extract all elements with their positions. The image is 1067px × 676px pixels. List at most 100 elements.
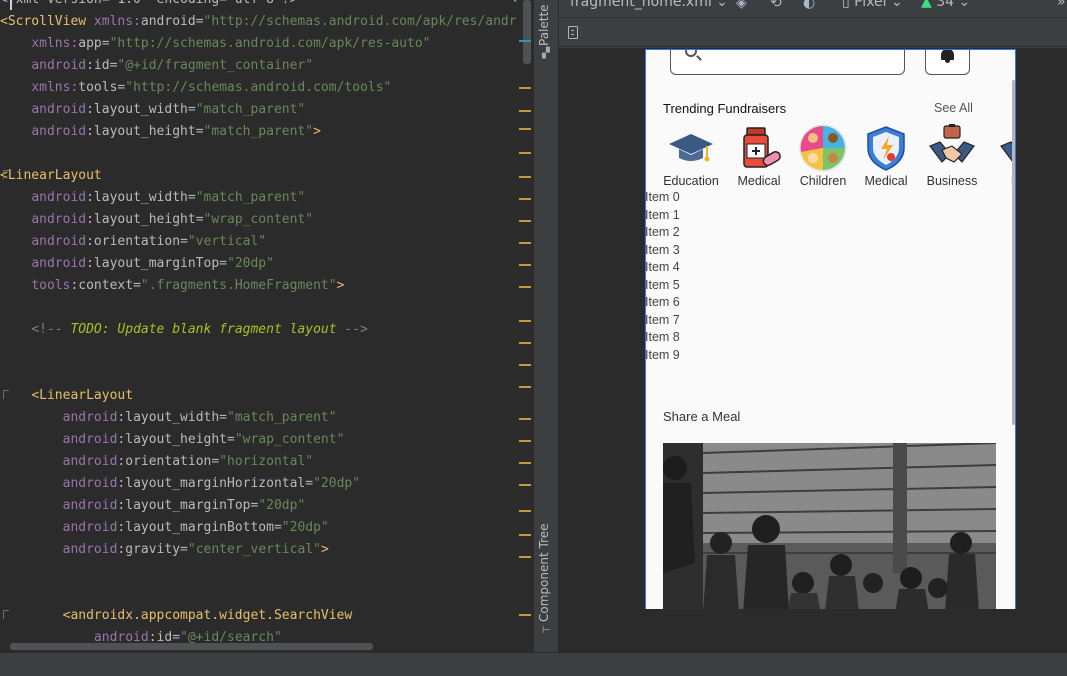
fold-marker-icon[interactable] (3, 610, 9, 619)
code-line[interactable] (0, 341, 520, 363)
category-children[interactable]: Children (788, 124, 858, 188)
warning-marker[interactable] (519, 440, 531, 442)
layers-icon[interactable] (568, 26, 578, 39)
code-token: "vertical" (187, 234, 267, 249)
code-line[interactable] (0, 297, 520, 319)
preview-scrollbar[interactable] (1012, 80, 1015, 425)
caret-position-marker[interactable] (519, 40, 531, 42)
code-line[interactable] (0, 363, 520, 385)
list-item[interactable]: Item 3 (646, 242, 680, 260)
warning-marker[interactable] (519, 128, 531, 130)
file-dropdown[interactable]: fragment_home.xml ⌄ (570, 0, 728, 10)
warning-marker[interactable] (519, 510, 531, 512)
code-line[interactable]: android:layout_height="wrap_content" (0, 209, 520, 231)
code-line[interactable]: android:layout_width="match_parent" (0, 99, 520, 121)
warning-marker[interactable] (519, 614, 531, 616)
warning-marker[interactable] (519, 110, 531, 112)
api-level-dropdown[interactable]: ▲ 34 ⌄ (921, 0, 970, 10)
code-line[interactable]: <LinearLayout (0, 385, 520, 407)
design-surface-icon[interactable]: ◈ (736, 0, 747, 11)
code-line[interactable] (0, 143, 520, 165)
code-line[interactable]: <androidx.appcompat.widget.SearchView (0, 605, 520, 627)
phone-icon: ▯ (842, 0, 850, 10)
code-token: > (336, 278, 345, 293)
code-token: = (101, 36, 110, 51)
code-token: > (320, 542, 329, 557)
list-item[interactable]: Item 8 (646, 329, 680, 347)
editor-vertical-scrollbar[interactable] (523, 0, 531, 64)
code-line[interactable]: android:layout_marginBottom="20dp" (0, 517, 520, 539)
component-tree-tab[interactable]: Component Tree (537, 522, 551, 622)
warning-marker[interactable] (519, 364, 531, 366)
list-item[interactable]: Item 5 (646, 277, 680, 295)
warning-marker[interactable] (519, 198, 531, 200)
code-line[interactable]: android:orientation="vertical" (0, 231, 520, 253)
code-editor[interactable]: <?xml version="1.0" encoding="utf-8"?> <S… (0, 0, 533, 652)
code-token: = (195, 14, 204, 29)
code-line[interactable]: android:layout_height="wrap_content" (0, 429, 520, 451)
code-line[interactable]: android:layout_width="match_parent" (0, 407, 520, 429)
code-line[interactable]: <ScrollView xmlns:android="http://schema… (0, 11, 520, 33)
code-token: = (219, 410, 227, 425)
warning-marker[interactable] (519, 534, 531, 536)
more-actions-button[interactable]: » (1057, 0, 1066, 10)
code-line[interactable]: android:layout_height="match_parent"> (0, 121, 520, 143)
warning-marker[interactable] (519, 462, 531, 464)
warning-marker[interactable] (519, 176, 531, 178)
warning-marker[interactable] (519, 220, 531, 222)
list-item[interactable]: Item 4 (646, 259, 680, 277)
warning-marker[interactable] (519, 484, 531, 486)
code-line[interactable]: android:layout_width="match_parent" (0, 187, 520, 209)
code-line[interactable]: android:layout_marginTop="20dp" (0, 253, 520, 275)
code-line[interactable]: <!-- TODO: Update blank fragment layout … (0, 319, 520, 341)
code-line[interactable]: xmlns:app="http://schemas.android.com/ap… (0, 33, 520, 55)
warning-marker[interactable] (519, 152, 531, 154)
warning-marker[interactable] (519, 342, 531, 344)
phone-preview[interactable]: Trending Fundraisers See All Education M… (645, 49, 1016, 609)
code-line[interactable]: android:gravity="center_vertical"> (0, 539, 520, 561)
warning-marker[interactable] (519, 264, 531, 266)
list-item[interactable]: Item 9 (646, 347, 680, 365)
warning-marker[interactable] (519, 556, 531, 558)
code-token: :layout_height (86, 124, 196, 139)
orientation-icon[interactable]: ⟲ (770, 0, 782, 11)
night-mode-icon[interactable]: ◐ (803, 0, 815, 11)
fold-marker-icon[interactable] (3, 170, 9, 179)
code-line[interactable]: tools:context=".fragments.HomeFragment"> (0, 275, 520, 297)
warning-marker[interactable] (519, 286, 531, 288)
code-line[interactable]: android:id="@+id/fragment_container" (0, 55, 520, 77)
notification-button[interactable] (925, 50, 970, 75)
category-education[interactable]: Education (656, 124, 726, 188)
code-line[interactable]: android:orientation="horizontal" (0, 451, 520, 473)
design-pane: fragment_home.xml ⌄ ◈ ⟲ ◐ ▯ Pixel ⌄ ▲ 34… (559, 0, 1067, 652)
list-item[interactable]: Item 0 (646, 189, 680, 207)
category-medical-2[interactable]: Medical (851, 124, 921, 188)
search-view[interactable] (670, 50, 905, 75)
list-item[interactable]: Item 1 (646, 207, 680, 225)
fold-marker-icon[interactable] (3, 390, 9, 399)
code-line[interactable]: <?xml version="1.0" encoding="utf-8"?> (0, 0, 520, 11)
inspection-ok-icon[interactable]: ✓ (512, 0, 522, 6)
editor-horizontal-scrollbar[interactable] (10, 643, 373, 650)
list-item[interactable]: Item 7 (646, 312, 680, 330)
code-line[interactable] (0, 561, 520, 583)
palette-tab[interactable]: Palette (537, 2, 551, 46)
warning-marker[interactable] (519, 242, 531, 244)
warning-marker[interactable] (519, 320, 531, 322)
warning-marker[interactable] (519, 418, 531, 420)
code-line[interactable]: <LinearLayout (0, 165, 520, 187)
warning-marker[interactable] (519, 386, 531, 388)
list-item[interactable]: Item 2 (646, 224, 680, 242)
code-lines[interactable]: <?xml version="1.0" encoding="utf-8"?> <S… (0, 0, 520, 649)
device-dropdown[interactable]: ▯ Pixel ⌄ (842, 0, 903, 10)
category-medical[interactable]: Medical (724, 124, 794, 188)
category-business[interactable]: Business (917, 124, 987, 188)
code-line[interactable]: xmlns:tools="http://schemas.android.com/… (0, 77, 520, 99)
list-item[interactable]: Item 6 (646, 294, 680, 312)
warning-marker[interactable] (519, 87, 531, 89)
see-all-link[interactable]: See All (934, 101, 973, 115)
code-line[interactable]: android:layout_marginTop="20dp" (0, 495, 520, 517)
code-line[interactable]: android:layout_marginHorizontal="20dp" (0, 473, 520, 495)
code-line[interactable] (0, 583, 520, 605)
